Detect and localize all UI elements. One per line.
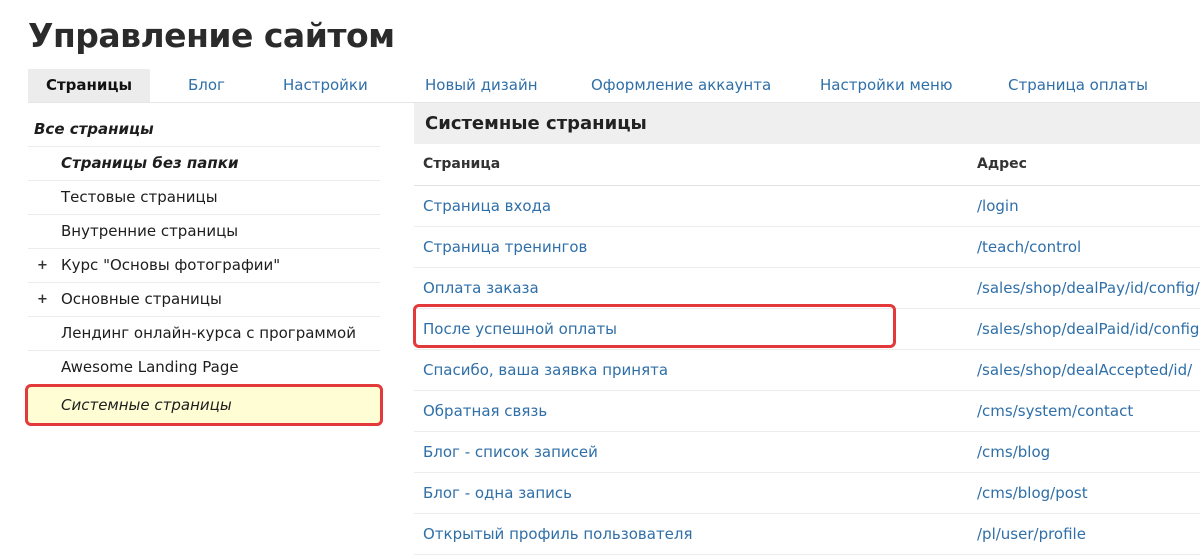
page-link[interactable]: Страница входа	[423, 186, 551, 226]
sidebar-item-label: Awesome Landing Page	[61, 358, 239, 376]
sidebar-item-landing-course[interactable]: Лендинг онлайн-курса с программой	[28, 317, 380, 351]
sidebar-item-all-pages[interactable]: Все страницы	[28, 113, 380, 147]
sidebar-item-label: Все страницы	[34, 120, 154, 138]
table-row: Спасибо, ваша заявка принята /sales/shop…	[414, 350, 1200, 391]
column-header-address: Адрес	[977, 156, 1027, 172]
tab-menu-settings[interactable]: Настройки меню	[820, 69, 952, 102]
main-content: Системные страницы Страница Адрес Страни…	[414, 103, 1200, 555]
table-row: Страница тренингов /teach/control	[414, 227, 1200, 268]
sidebar-item-label: Лендинг онлайн-курса с программой	[61, 324, 356, 342]
table-row: Открытый профиль пользователя /pl/user/p…	[414, 514, 1200, 555]
sidebar-item-label: Страницы без папки	[61, 154, 239, 172]
expand-plus-icon[interactable]: +	[37, 283, 48, 316]
address-link[interactable]: /sales/shop/dealPaid/id/config	[977, 309, 1199, 349]
sidebar-item-awesome-landing[interactable]: Awesome Landing Page	[28, 351, 380, 385]
sidebar-item-internal-pages[interactable]: Внутренние страницы	[28, 215, 380, 249]
page-link[interactable]: Спасибо, ваша заявка принята	[423, 350, 668, 390]
sidebar-item-main-pages[interactable]: + Основные страницы	[28, 283, 380, 317]
sidebar-item-test-pages[interactable]: Тестовые страницы	[28, 181, 380, 215]
address-link[interactable]: /login	[977, 186, 1019, 226]
column-header-page: Страница	[423, 156, 501, 172]
page-title: Управление сайтом	[28, 16, 395, 55]
section-title: Системные страницы	[414, 103, 1200, 144]
address-link[interactable]: /cms/blog	[977, 432, 1050, 472]
table-row: Оплата заказа /sales/shop/dealPay/id/con…	[414, 268, 1200, 309]
tab-payment-page[interactable]: Страница оплаты	[1008, 69, 1148, 102]
page-link[interactable]: Блог - одна запись	[423, 473, 572, 513]
table-row: После успешной оплаты /sales/shop/dealPa…	[414, 309, 1200, 350]
tab-account-design[interactable]: Оформление аккаунта	[591, 69, 771, 102]
table-header: Страница Адрес	[414, 144, 1200, 186]
table-row: Блог - одна запись /cms/blog/post	[414, 473, 1200, 514]
address-link[interactable]: /cms/system/contact	[977, 391, 1133, 431]
table-row: Блог - список записей /cms/blog	[414, 432, 1200, 473]
address-link[interactable]: /pl/user/profile	[977, 514, 1086, 554]
page-link[interactable]: Оплата заказа	[423, 268, 539, 308]
sidebar-item-photo-course[interactable]: + Курс "Основы фотографии"	[28, 249, 380, 283]
page-link[interactable]: Открытый профиль пользователя	[423, 514, 693, 554]
tab-new-design[interactable]: Новый дизайн	[425, 69, 538, 102]
address-link[interactable]: /sales/shop/dealPay/id/config/	[977, 268, 1200, 308]
sidebar-item-system-pages[interactable]: Системные страницы	[25, 384, 383, 426]
table-row: Страница входа /login	[414, 186, 1200, 227]
tab-settings[interactable]: Настройки	[283, 69, 368, 102]
address-link[interactable]: /teach/control	[977, 227, 1081, 267]
sidebar: Все страницы Страницы без папки Тестовые…	[25, 113, 383, 426]
address-link[interactable]: /sales/shop/dealAccepted/id/	[977, 350, 1192, 390]
sidebar-item-label: Основные страницы	[61, 290, 222, 308]
table-row: Обратная связь /cms/system/contact	[414, 391, 1200, 432]
tab-bar: Страницы Блог Настройки Новый дизайн Офо…	[28, 69, 1200, 103]
expand-plus-icon[interactable]: +	[37, 249, 48, 282]
sidebar-item-label: Курс "Основы фотографии"	[61, 256, 281, 274]
sidebar-item-label: Системные страницы	[61, 396, 232, 414]
address-link[interactable]: /cms/blog/post	[977, 473, 1088, 513]
page-link[interactable]: После успешной оплаты	[423, 309, 617, 349]
page-link[interactable]: Обратная связь	[423, 391, 547, 431]
tab-blog[interactable]: Блог	[188, 69, 225, 102]
page-link[interactable]: Блог - список записей	[423, 432, 598, 472]
sidebar-item-label: Тестовые страницы	[61, 188, 218, 206]
sidebar-item-label: Внутренние страницы	[61, 222, 239, 240]
sidebar-item-no-folder[interactable]: Страницы без папки	[28, 147, 380, 181]
page-link[interactable]: Страница тренингов	[423, 227, 587, 267]
tab-pages[interactable]: Страницы	[28, 69, 150, 102]
